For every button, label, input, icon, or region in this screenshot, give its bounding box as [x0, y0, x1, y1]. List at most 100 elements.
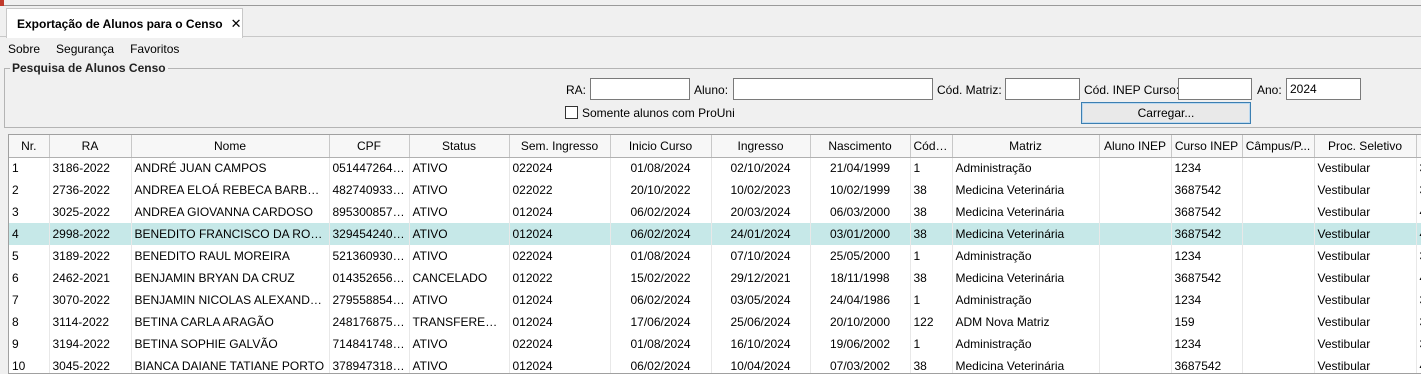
table-cell: BETINA CARLA ARAGÃO [131, 311, 330, 333]
table-row[interactable]: 9 3194-2022 BETINA SOPHIE GALVÃO 7148417481… [9, 333, 1421, 355]
column-header[interactable]: Cód. ... [910, 135, 953, 158]
table-cell: 3070-2022 [49, 289, 132, 311]
table-cell: 17/06/2024 [610, 311, 712, 333]
table-cell: Medicina Veterinária [952, 223, 1100, 245]
table-cell: 29/12/2021 [711, 267, 811, 289]
table-cell: 02/10/2024 [711, 157, 811, 179]
table-cell: Administração [952, 157, 1100, 179]
table-cell: 012024 [509, 201, 611, 223]
column-header[interactable]: Status [409, 135, 510, 158]
table-cell: Vestibular [1314, 333, 1417, 355]
column-header[interactable]: RA [49, 135, 132, 158]
table-cell: 38 [910, 201, 953, 223]
column-header[interactable]: Matriz [952, 135, 1100, 158]
table-cell: BENJAMIN BRYAN DA CRUZ [131, 267, 330, 289]
table-row[interactable]: 10 3045-2022 BIANCA DAIANE TATIANE PORTO 37… [9, 355, 1421, 373]
column-header[interactable]: CPF [329, 135, 410, 158]
ano-label: Ano: [1257, 83, 1282, 97]
table-cell [1099, 267, 1172, 289]
table-cell: ANDRÉ JUAN CAMPOS [131, 157, 330, 179]
table-cell: 3114-2022 [49, 311, 132, 333]
table-row[interactable]: 4 2998-2022 BENEDITO FRANCISCO DA ROSA 3294… [9, 223, 1421, 245]
table-cell: 89530085737 [329, 201, 410, 223]
table-cell: 3 [1416, 245, 1421, 267]
table-cell: 3045-2022 [49, 355, 132, 373]
table-cell: 25/06/2024 [711, 311, 811, 333]
column-header[interactable]: Curso INEP [1171, 135, 1243, 158]
table-cell [1242, 289, 1315, 311]
table-cell: 1 [910, 245, 953, 267]
table-cell: 01/08/2024 [610, 333, 712, 355]
column-header[interactable]: Nascimento [810, 135, 911, 158]
table-cell [1242, 157, 1315, 179]
table-cell: Vestibular [1314, 311, 1417, 333]
aluno-input[interactable] [733, 78, 933, 100]
tab-title: Exportação de Alunos para o Censo [17, 16, 223, 31]
table-cell: 5 [9, 245, 50, 267]
table-cell: ANDREA GIOVANNA CARDOSO [131, 201, 330, 223]
table-cell: 3687542 [1171, 355, 1243, 373]
table-cell [1242, 223, 1315, 245]
column-header[interactable]: Inicio Curso [610, 135, 712, 158]
prouni-checkbox[interactable] [565, 106, 578, 119]
table-cell: 159 [1171, 311, 1243, 333]
table-cell [1099, 355, 1172, 373]
table-cell [1099, 289, 1172, 311]
tab-exportacao-censo[interactable]: Exportação de Alunos para o Censo ✕ [6, 8, 243, 38]
table-cell: 06/02/2024 [610, 289, 712, 311]
inep-label: Cód. INEP Curso: [1084, 83, 1180, 97]
table-cell: ATIVO [409, 245, 510, 267]
table-cell: 27955885449 [329, 289, 410, 311]
table-cell [1099, 311, 1172, 333]
table-cell: 05144726429 [329, 157, 410, 179]
table-cell: 2736-2022 [49, 179, 132, 201]
menu-favoritos[interactable]: Favoritos [130, 42, 179, 56]
column-header[interactable]: Proc. Seletivo [1314, 135, 1417, 158]
ra-input[interactable] [590, 78, 690, 100]
menu-seguranca[interactable]: Segurança [56, 42, 114, 56]
close-icon[interactable]: ✕ [231, 16, 242, 32]
menu-sobre[interactable]: Sobre [8, 42, 40, 56]
table-cell: 3687542 [1171, 179, 1243, 201]
table-row[interactable]: 5 3189-2022 BENEDITO RAUL MOREIRA 521360930… [9, 245, 1421, 267]
table-row[interactable]: 1 3186-2022 ANDRÉ JUAN CAMPOS 05144726429 AT… [9, 157, 1421, 179]
ano-input[interactable]: 2024 [1286, 78, 1361, 100]
ra-label: RA: [566, 83, 587, 97]
table-cell: 122 [910, 311, 953, 333]
grid-header-row: Nr. RA Nome CPF Status Sem. Ingresso Inicio Cu… [9, 135, 1421, 158]
table-cell: 012024 [509, 355, 611, 373]
table-cell: 25/05/2000 [810, 245, 911, 267]
table-cell: 012022 [509, 267, 611, 289]
column-header[interactable]: T [1416, 135, 1421, 158]
table-cell: 3 [1416, 179, 1421, 201]
table-row[interactable]: 2 2736-2022 ANDREA ELOÁ REBECA BARBOSA 4827… [9, 179, 1421, 201]
column-header[interactable]: Ingresso [711, 135, 811, 158]
table-cell: BIANCA DAIANE TATIANE PORTO [131, 355, 330, 373]
load-button[interactable]: Carregar... [1081, 102, 1251, 124]
table-cell: ATIVO [409, 333, 510, 355]
table-cell: ATIVO [409, 201, 510, 223]
table-cell: Administração [952, 245, 1100, 267]
table-cell: 6 [9, 267, 50, 289]
column-header[interactable]: Nome [131, 135, 330, 158]
inep-input[interactable] [1178, 78, 1252, 100]
table-cell: 3 [9, 201, 50, 223]
table-cell [1242, 333, 1315, 355]
table-cell: ATIVO [409, 289, 510, 311]
column-header[interactable]: Aluno INEP [1099, 135, 1172, 158]
table-row[interactable]: 6 2462-2021 BENJAMIN BRYAN DA CRUZ 01435265… [9, 267, 1421, 289]
table-cell: 2462-2021 [49, 267, 132, 289]
table-row[interactable]: 3 3025-2022 ANDREA GIOVANNA CARDOSO 8953008… [9, 201, 1421, 223]
table-row[interactable]: 8 3114-2022 BETINA CARLA ARAGÃO 24817687525… [9, 311, 1421, 333]
table-cell: 3 [1416, 157, 1421, 179]
column-header[interactable]: Nr. [9, 135, 50, 158]
table-cell: Vestibular [1314, 201, 1417, 223]
table-cell: 38 [910, 179, 953, 201]
column-header[interactable]: Câmpus/P... [1242, 135, 1315, 158]
table-row[interactable]: 7 3070-2022 BENJAMIN NICOLAS ALEXANDRE ...… [9, 289, 1421, 311]
matriz-input[interactable] [1005, 78, 1080, 100]
table-cell: 24/01/2024 [711, 223, 811, 245]
table-cell [1099, 157, 1172, 179]
column-header[interactable]: Sem. Ingresso [509, 135, 611, 158]
table-cell: 3194-2022 [49, 333, 132, 355]
